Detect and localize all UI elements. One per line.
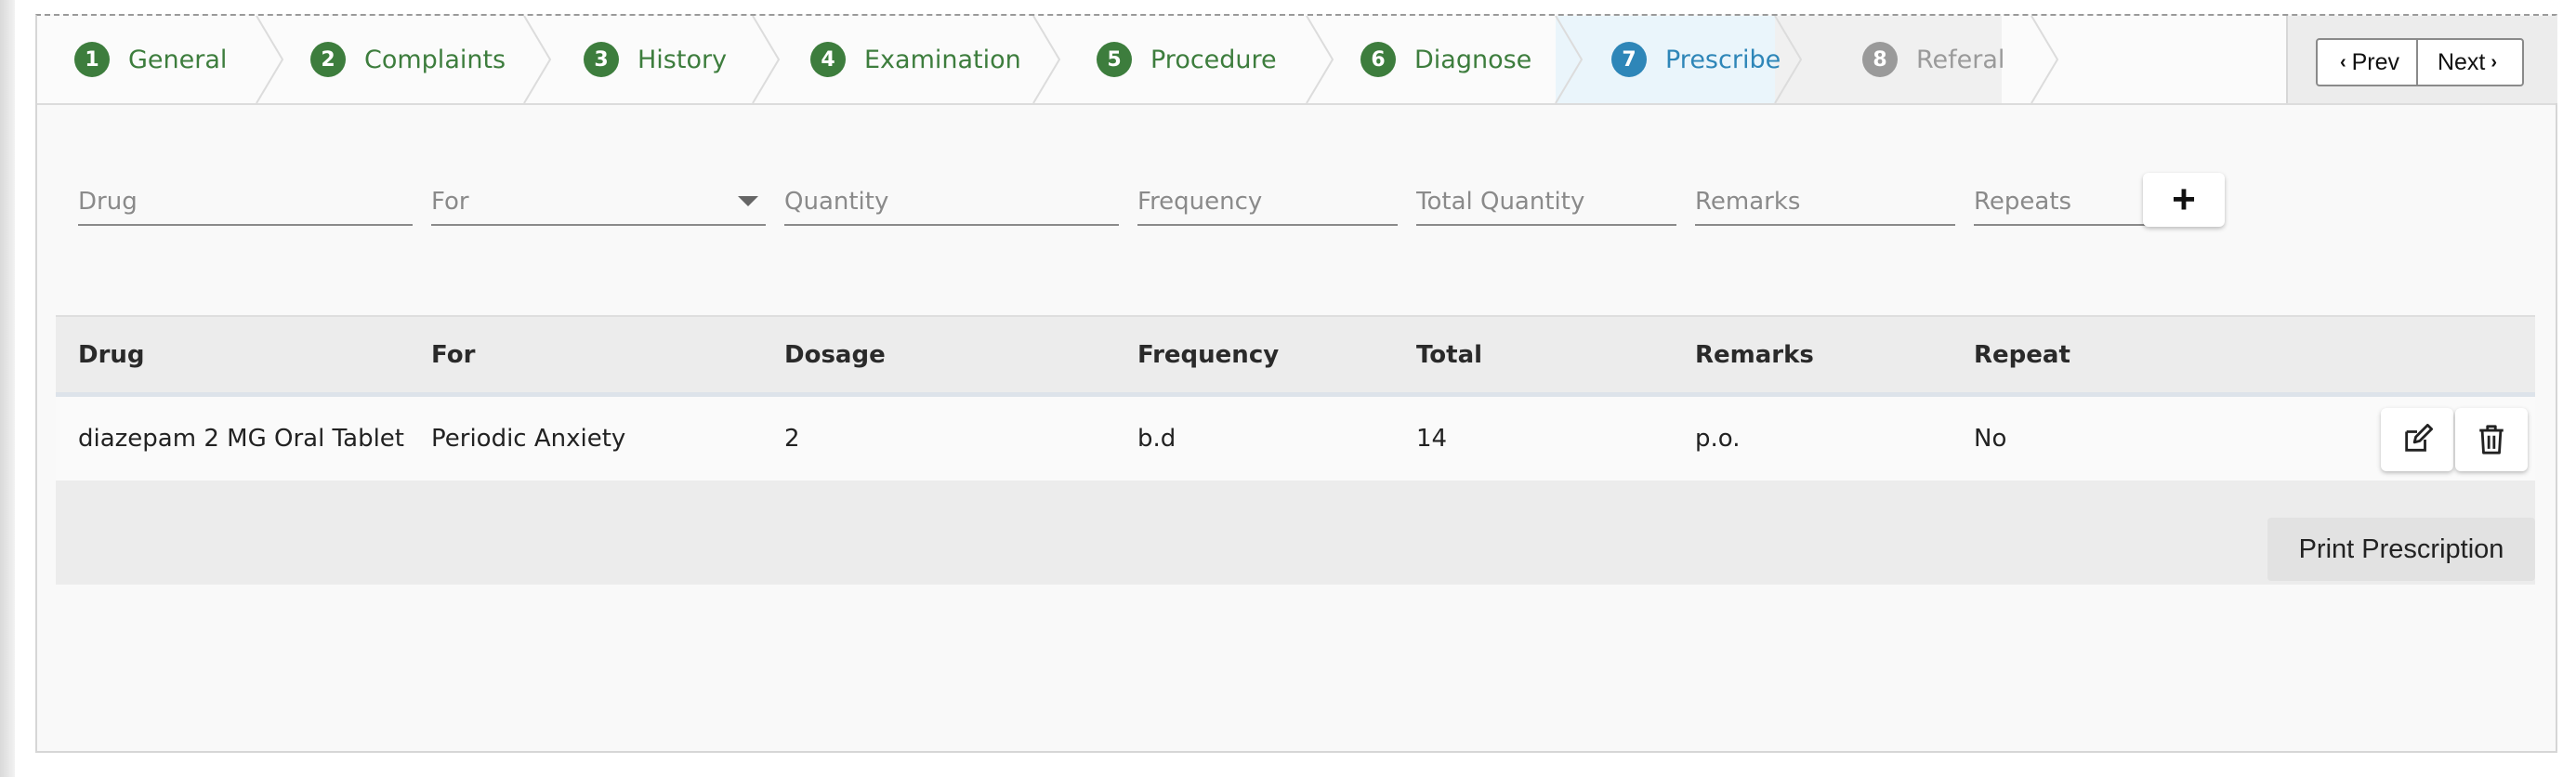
remarks-input[interactable] bbox=[1695, 183, 1955, 220]
step-label: Referal bbox=[1916, 45, 2005, 74]
plus-icon: + bbox=[2172, 177, 2196, 222]
column-header-drug: Drug bbox=[78, 341, 145, 369]
delete-row-button[interactable] bbox=[2455, 408, 2528, 471]
column-header-total: Total bbox=[1416, 341, 1483, 369]
step-examination[interactable]: 4 Examination bbox=[810, 16, 1021, 103]
frequency-field[interactable] bbox=[1137, 183, 1398, 226]
prev-button[interactable]: ‹ Prev bbox=[2316, 38, 2418, 86]
step-referal: 8 Referal bbox=[1862, 16, 2004, 103]
step-complaints[interactable]: 2 Complaints bbox=[310, 16, 506, 103]
step-history[interactable]: 3 History bbox=[584, 16, 727, 103]
chevron-left-icon: ‹ bbox=[2339, 51, 2346, 72]
column-header-remarks: Remarks bbox=[1695, 341, 1814, 369]
frequency-input[interactable] bbox=[1137, 183, 1398, 220]
step-procedure[interactable]: 5 Procedure bbox=[1097, 16, 1277, 103]
step-label: Diagnose bbox=[1414, 45, 1532, 74]
quantity-field[interactable] bbox=[784, 183, 1119, 226]
repeats-field[interactable] bbox=[1974, 183, 2160, 226]
cell-total: 14 bbox=[1416, 425, 1448, 453]
step-label: History bbox=[637, 45, 728, 74]
step-label: General bbox=[128, 45, 228, 74]
cell-repeat: No bbox=[1974, 425, 2007, 453]
step-prescribe[interactable]: 7 Prescribe bbox=[1611, 16, 1781, 103]
repeats-input[interactable] bbox=[1974, 183, 2160, 220]
cell-for: Periodic Anxiety bbox=[431, 425, 626, 453]
column-header-frequency: Frequency bbox=[1137, 341, 1280, 369]
column-header-dosage: Dosage bbox=[784, 341, 886, 369]
next-button[interactable]: Next › bbox=[2416, 38, 2524, 86]
step-number: 1 bbox=[74, 42, 110, 77]
cell-remarks: p.o. bbox=[1695, 425, 1741, 453]
column-header-for: For bbox=[431, 341, 476, 369]
quantity-input[interactable] bbox=[784, 183, 1119, 220]
edit-row-button[interactable] bbox=[2381, 408, 2453, 471]
step-navigation: ‹ Prev Next › bbox=[2286, 16, 2557, 103]
caret-down-icon bbox=[738, 196, 758, 206]
for-dropdown-placeholder: For bbox=[431, 188, 469, 216]
cell-dosage: 2 bbox=[784, 425, 800, 453]
print-prescription-button[interactable]: Print Prescription bbox=[2267, 518, 2535, 581]
step-number: 7 bbox=[1611, 42, 1647, 77]
trash-icon bbox=[2479, 425, 2504, 454]
window-edge-shadow bbox=[0, 0, 15, 777]
step-number: 3 bbox=[584, 42, 619, 77]
for-dropdown[interactable]: For bbox=[431, 183, 766, 226]
next-label: Next bbox=[2437, 48, 2486, 75]
prev-label: Prev bbox=[2351, 48, 2400, 75]
step-number: 2 bbox=[310, 42, 346, 77]
drug-input[interactable] bbox=[78, 183, 413, 220]
step-number: 5 bbox=[1097, 42, 1132, 77]
table-row: diazepam 2 MG Oral Tablet Periodic Anxie… bbox=[56, 397, 2535, 481]
step-label: Complaints bbox=[364, 45, 506, 74]
total-quantity-field[interactable] bbox=[1416, 183, 1676, 226]
add-drug-button[interactable]: + bbox=[2143, 173, 2225, 227]
add-drug-form: For + bbox=[37, 103, 2556, 289]
cell-frequency: b.d bbox=[1137, 425, 1176, 453]
remarks-field[interactable] bbox=[1695, 183, 1955, 226]
step-label: Procedure bbox=[1150, 45, 1277, 74]
step-diagnose[interactable]: 6 Diagnose bbox=[1360, 16, 1531, 103]
step-label: Prescribe bbox=[1665, 45, 1781, 74]
step-general[interactable]: 1 General bbox=[74, 16, 227, 103]
step-number: 8 bbox=[1862, 42, 1898, 77]
total-quantity-input[interactable] bbox=[1416, 183, 1676, 220]
prescription-table-header: Drug For Dosage Frequency Total Remarks … bbox=[56, 315, 2535, 397]
step-number: 4 bbox=[810, 42, 846, 77]
wizard-steps: 1 General 2 Complaints 3 History 4 Exami… bbox=[37, 16, 2557, 105]
edit-icon bbox=[2405, 424, 2433, 452]
drug-field[interactable] bbox=[78, 183, 413, 226]
prescription-panel: 1 General 2 Complaints 3 History 4 Exami… bbox=[35, 14, 2557, 753]
column-header-repeat: Repeat bbox=[1974, 341, 2070, 369]
chevron-right-icon: › bbox=[2491, 51, 2498, 72]
table-footer: Print Prescription bbox=[56, 481, 2535, 585]
step-label: Examination bbox=[864, 45, 1021, 74]
step-number: 6 bbox=[1360, 42, 1396, 77]
cell-drug: diazepam 2 MG Oral Tablet bbox=[78, 425, 404, 453]
